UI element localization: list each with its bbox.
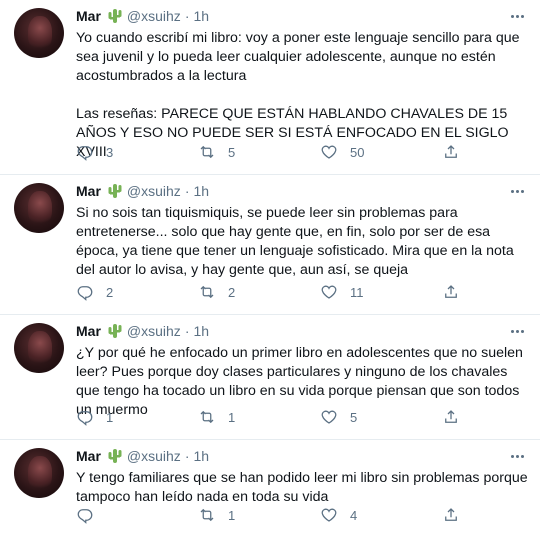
separator-dot: · xyxy=(184,8,190,24)
separator-dot: · xyxy=(184,183,190,199)
cactus-emoji-icon xyxy=(108,449,122,463)
display-name[interactable]: Mar xyxy=(76,183,101,199)
heart-icon xyxy=(321,410,337,424)
reply-icon xyxy=(77,146,93,161)
share-icon xyxy=(445,285,457,298)
user-handle[interactable]: @xsuihz xyxy=(127,8,181,24)
reply-button[interactable]: 1 xyxy=(76,408,198,426)
reply-button[interactable] xyxy=(76,506,198,524)
retweet-button[interactable]: 5 xyxy=(198,143,320,161)
share-icon xyxy=(445,508,457,521)
retweet-button[interactable]: 1 xyxy=(198,408,320,426)
display-name[interactable]: Mar xyxy=(76,323,101,339)
retweet-button[interactable]: 2 xyxy=(198,283,320,301)
reply-count: 2 xyxy=(106,284,114,300)
tweet-text: Y tengo familiares que se han podido lee… xyxy=(76,470,532,505)
tweet-header: Mar @xsuihz · 1h xyxy=(76,181,528,201)
tweet-header: Mar @xsuihz · 1h xyxy=(76,6,528,26)
share-button[interactable] xyxy=(442,408,460,426)
avatar[interactable] xyxy=(14,183,64,233)
reply-icon xyxy=(77,509,93,524)
heart-icon xyxy=(321,285,337,299)
tweet-header: Mar @xsuihz · 1h xyxy=(76,446,528,466)
avatar[interactable] xyxy=(14,8,64,58)
timestamp[interactable]: 1h xyxy=(193,448,209,464)
cactus-emoji-icon xyxy=(108,324,122,338)
more-options-icon[interactable] xyxy=(506,448,528,464)
tweet-actions: 2 2 11 xyxy=(76,282,480,302)
avatar[interactable] xyxy=(14,323,64,373)
more-options-icon[interactable] xyxy=(506,8,528,24)
tweet-actions: 1 1 5 xyxy=(76,407,480,427)
like-count: 11 xyxy=(350,284,364,300)
like-button[interactable]: 4 xyxy=(320,506,442,524)
tweet-text: Si no sois tan tiquismiquis, se puede le… xyxy=(76,205,518,278)
reply-count: 1 xyxy=(106,409,114,425)
share-icon xyxy=(445,145,457,158)
tweet[interactable]: Mar @xsuihz · 1h ¿Y por qué he enfocado … xyxy=(0,315,540,439)
retweet-icon xyxy=(200,508,214,522)
tweet-actions: 1 4 xyxy=(76,505,480,525)
share-button[interactable] xyxy=(442,283,460,301)
more-options-icon[interactable] xyxy=(506,183,528,199)
cactus-emoji-icon xyxy=(108,184,122,198)
display-name[interactable]: Mar xyxy=(76,8,101,24)
share-button[interactable] xyxy=(442,143,460,161)
retweet-count: 1 xyxy=(228,507,236,523)
separator-dot: · xyxy=(184,323,190,339)
like-count: 5 xyxy=(350,409,358,425)
cactus-emoji-icon xyxy=(108,9,122,23)
heart-icon xyxy=(321,145,337,159)
avatar[interactable] xyxy=(14,448,64,498)
tweet-thread: Mar @xsuihz · 1h Yo cuando escribí mi li… xyxy=(0,0,540,537)
user-handle[interactable]: @xsuihz xyxy=(127,183,181,199)
reply-icon xyxy=(77,411,93,426)
like-button[interactable]: 50 xyxy=(320,143,442,161)
like-count: 4 xyxy=(350,507,358,523)
like-button[interactable]: 5 xyxy=(320,408,442,426)
timestamp[interactable]: 1h xyxy=(193,183,209,199)
user-handle[interactable]: @xsuihz xyxy=(127,323,181,339)
timestamp[interactable]: 1h xyxy=(193,323,209,339)
timestamp[interactable]: 1h xyxy=(193,8,209,24)
tweet[interactable]: Mar @xsuihz · 1h Yo cuando escribí mi li… xyxy=(0,0,540,174)
retweet-icon xyxy=(200,285,214,299)
separator-dot: · xyxy=(184,448,190,464)
reply-count: 3 xyxy=(106,144,114,160)
user-handle[interactable]: @xsuihz xyxy=(127,448,181,464)
retweet-button[interactable]: 1 xyxy=(198,506,320,524)
reply-button[interactable]: 2 xyxy=(76,283,198,301)
retweet-count: 5 xyxy=(228,144,236,160)
tweet-actions: 3 5 50 xyxy=(76,142,480,162)
retweet-icon xyxy=(200,145,214,159)
tweet-header: Mar @xsuihz · 1h xyxy=(76,321,528,341)
more-options-icon[interactable] xyxy=(506,323,528,339)
share-icon xyxy=(445,410,457,423)
like-button[interactable]: 11 xyxy=(320,283,442,301)
like-count: 50 xyxy=(350,144,365,160)
reply-icon xyxy=(77,286,93,301)
heart-icon xyxy=(321,508,337,522)
retweet-count: 2 xyxy=(228,284,236,300)
share-button[interactable] xyxy=(442,506,460,524)
reply-button[interactable]: 3 xyxy=(76,143,198,161)
tweet[interactable]: Mar @xsuihz · 1h Si no sois tan tiquismi… xyxy=(0,175,540,314)
retweet-count: 1 xyxy=(228,409,236,425)
display-name[interactable]: Mar xyxy=(76,448,101,464)
tweet[interactable]: Mar @xsuihz · 1h Y tengo familiares que … xyxy=(0,440,540,537)
retweet-icon xyxy=(200,410,214,424)
